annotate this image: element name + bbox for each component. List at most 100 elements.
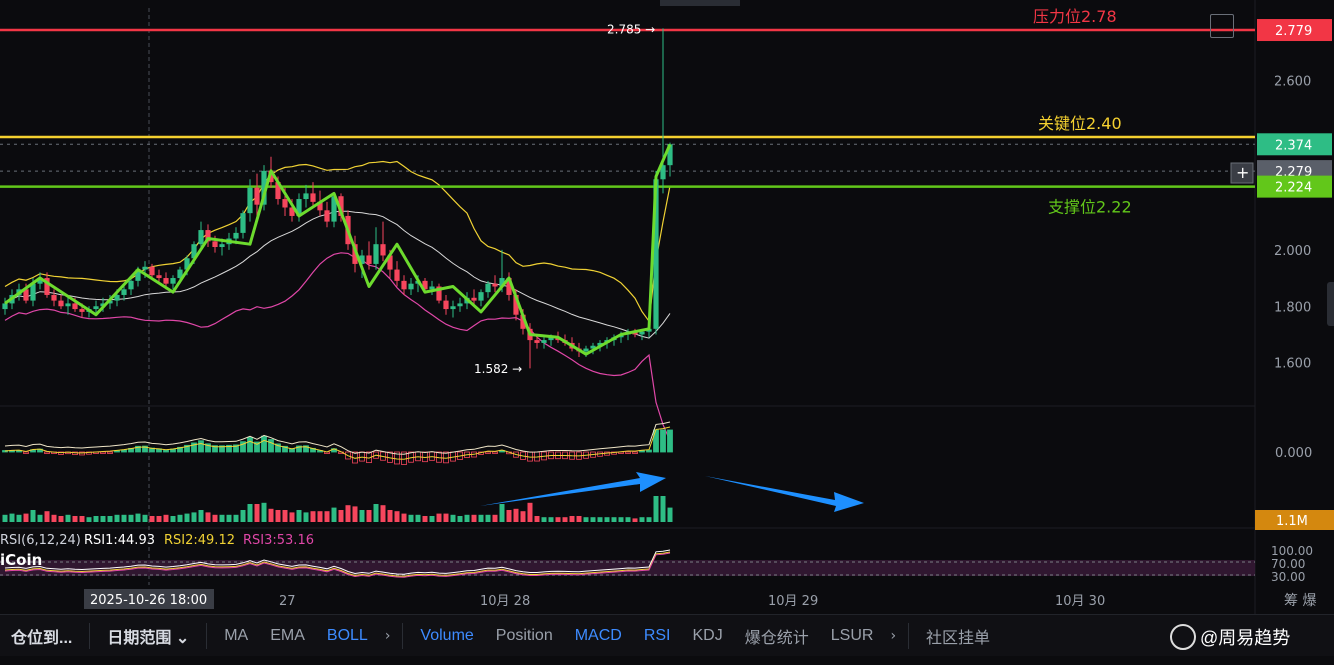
volume-bar <box>401 513 407 522</box>
chevron-right-icon[interactable]: › <box>379 628 397 644</box>
volume-bar <box>618 517 624 522</box>
community-orders[interactable]: 社区挂单 <box>915 624 1001 648</box>
price-tag-label: 2.374 <box>1275 138 1312 153</box>
candle-body <box>471 297 477 301</box>
volume-bar <box>100 516 106 522</box>
volume-bar <box>541 517 547 522</box>
candle-body <box>443 300 449 310</box>
volume-bar <box>289 512 295 522</box>
volume-bar <box>310 511 316 522</box>
volume-bar <box>240 510 246 522</box>
volume-bar <box>443 513 449 522</box>
watermark-text: @周易趋势 <box>1200 628 1291 648</box>
volume-bar <box>499 504 505 522</box>
indicator-lsur[interactable]: LSUR <box>820 627 885 645</box>
bottom-strip <box>0 656 1334 665</box>
volume-bar <box>492 514 498 522</box>
volume-bar <box>317 511 323 522</box>
candle-body <box>170 278 176 284</box>
macd-bar <box>268 439 274 453</box>
volume-bar <box>450 514 456 522</box>
blue-arrow <box>705 476 864 512</box>
macd-bar <box>23 451 29 454</box>
chevron-down-icon: ⌄ <box>175 630 190 647</box>
volume-bar <box>142 514 148 522</box>
price-tick-label: 2.600 <box>1274 75 1311 90</box>
volume-bar <box>366 510 372 522</box>
rsi3-value: RSI3:53.16 <box>243 533 314 548</box>
x-tick-label: 10月 30 <box>1055 594 1105 609</box>
toolbar-divider <box>89 623 91 649</box>
volume-bar <box>247 504 253 522</box>
indicator-volume[interactable]: Volume <box>409 627 484 645</box>
watermark: @周易趋势 <box>1170 624 1290 650</box>
chart-canvas[interactable]: 压力位2.78 关键位2.40 支撑位2.22 2.785 → 1.582 → 2.600… <box>0 0 1334 665</box>
macd-bar <box>485 451 491 454</box>
toolbar-divider <box>206 623 208 649</box>
indicator-position[interactable]: Position <box>485 627 564 645</box>
volume-bar <box>23 513 29 522</box>
price-annotation: 1.582 → <box>474 362 522 376</box>
indicator-ma[interactable]: MA <box>213 627 259 645</box>
volume-bar <box>457 516 463 522</box>
side-panel-handle[interactable] <box>1327 282 1334 326</box>
blue-arrow <box>480 472 666 506</box>
chevron-right-icon[interactable]: › <box>884 628 902 644</box>
fullscreen-icon[interactable] <box>1210 14 1234 38</box>
volume-bar <box>359 510 365 522</box>
volume-bar <box>429 516 435 522</box>
top-drag-tab[interactable] <box>660 0 740 6</box>
volume-bar <box>478 514 484 522</box>
indicator-macd[interactable]: MACD <box>564 627 633 645</box>
indicator-toolbar: 仓位到... 日期范围 ⌄ MA EMA BOLL › Volume Posit… <box>0 614 1334 657</box>
macd-bar <box>625 451 631 454</box>
volume-bar <box>268 508 274 522</box>
macd-bar <box>247 437 253 453</box>
volume-bar <box>128 514 134 522</box>
volume-bar <box>233 514 239 522</box>
volume-bar <box>282 510 288 522</box>
volume-bar <box>373 504 379 522</box>
candle-body <box>72 303 78 310</box>
candle-body <box>450 306 456 310</box>
candle-body <box>142 266 148 270</box>
indicator-liquidation[interactable]: 爆仓统计 <box>734 624 820 648</box>
rsi-header: RSI(6,12,24) <box>0 533 81 548</box>
position-menu[interactable]: 仓位到... <box>0 624 83 648</box>
macd-bar <box>359 451 365 462</box>
candle-body <box>485 283 491 293</box>
indicator-kdj[interactable]: KDJ <box>682 627 734 645</box>
candle-body <box>219 244 225 247</box>
volume-bar <box>387 510 393 522</box>
volume-bar <box>254 504 260 522</box>
candle-body <box>303 193 309 200</box>
volume-bar <box>394 511 400 522</box>
volume-bar <box>338 510 344 522</box>
volume-bar <box>303 512 309 522</box>
x-tick-label: 10月 28 <box>480 594 530 609</box>
volume-bar <box>331 507 337 522</box>
candle-body <box>233 232 239 239</box>
indicator-ema[interactable]: EMA <box>259 627 316 645</box>
indicator-rsi[interactable]: RSI <box>633 627 682 645</box>
rsi2-value: RSI2:49.12 <box>164 533 235 548</box>
candle-body <box>156 275 162 279</box>
price-tick-label: 1.800 <box>1274 300 1311 315</box>
date-range-dropdown[interactable]: 日期范围 ⌄ <box>96 624 200 648</box>
volume-bar <box>464 514 470 522</box>
volume-bar <box>632 518 638 522</box>
volume-bar <box>576 516 582 522</box>
price-tick-label: 1.600 <box>1274 357 1311 372</box>
volume-bar <box>506 510 512 522</box>
volume-bar <box>436 513 442 522</box>
volume-bar <box>163 514 169 522</box>
indicator-boll[interactable]: BOLL <box>316 627 379 645</box>
candle-body <box>198 230 204 245</box>
price-tag-label: 2.224 <box>1275 181 1312 196</box>
macd-axis-label: 0.000 <box>1275 446 1312 461</box>
volume-bar <box>212 514 218 522</box>
candle-body <box>79 309 85 312</box>
volume-bar <box>527 502 533 522</box>
price-annotation: 2.785 → <box>607 22 655 36</box>
candle-body <box>121 289 127 295</box>
